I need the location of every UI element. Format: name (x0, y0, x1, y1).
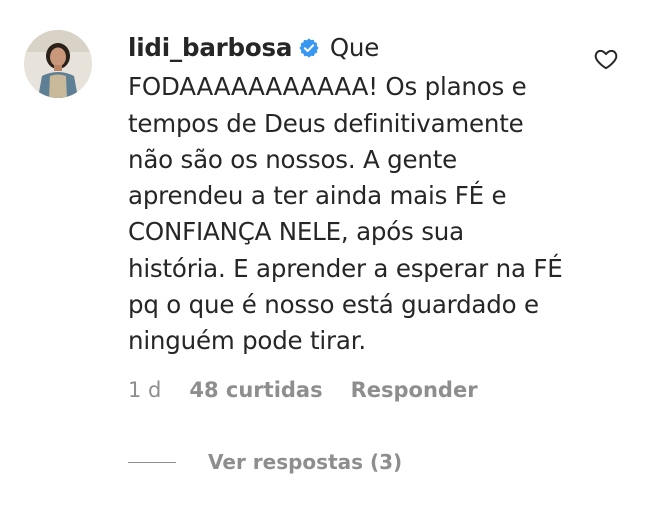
comment-timestamp[interactable]: 1 d (128, 378, 161, 402)
comment-username[interactable]: lidi_barbosa (128, 33, 292, 62)
replies-divider (128, 461, 176, 463)
verified-badge-icon (298, 33, 320, 69)
comment-text: Que FODAAAAAAAAAAA! Os planos e tempos d… (128, 33, 563, 356)
heart-icon[interactable] (593, 46, 619, 72)
view-replies-label: Ver respostas (3) (208, 450, 403, 474)
comment-body: lidi_barbosa Que FODAAAAAAAAAAA! Os plan… (128, 30, 568, 360)
avatar-photo (24, 30, 92, 98)
reply-button[interactable]: Responder (351, 378, 478, 402)
comment-meta: 1 d 48 curtidas Responder (128, 378, 478, 402)
avatar[interactable] (24, 30, 92, 98)
view-replies-button[interactable]: Ver respostas (3) (128, 450, 402, 474)
likes-count[interactable]: 48 curtidas (189, 378, 322, 402)
